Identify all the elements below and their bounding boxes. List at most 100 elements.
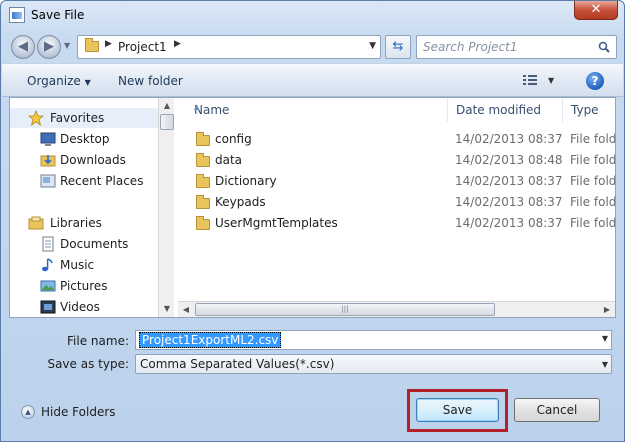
chevron-right-icon[interactable]: ▶ bbox=[174, 39, 181, 49]
nav-label: Music bbox=[60, 258, 95, 272]
cancel-button[interactable]: Cancel bbox=[514, 398, 600, 422]
file-date: 14/02/2013 08:48 bbox=[455, 153, 563, 167]
navigation-list: Favorites Desktop Downloads Recent Place… bbox=[10, 98, 158, 317]
collapse-up-icon: ▲ bbox=[21, 405, 35, 419]
videos-icon bbox=[40, 300, 56, 314]
scroll-right-icon[interactable]: ▶ bbox=[599, 302, 615, 317]
column-header-name[interactable]: Name ▲ bbox=[186, 98, 448, 122]
navigation-pane: Favorites Desktop Downloads Recent Place… bbox=[10, 98, 174, 317]
nav-item-pictures[interactable]: Pictures bbox=[10, 276, 158, 296]
window-title: Save File bbox=[31, 8, 85, 22]
scroll-thumb[interactable]: ||| bbox=[195, 303, 495, 316]
file-name: Dictionary bbox=[215, 174, 277, 188]
nav-label: Libraries bbox=[50, 216, 102, 230]
chevron-down-icon[interactable]: ▼ bbox=[602, 360, 608, 369]
nav-item-documents[interactable]: Documents bbox=[10, 234, 158, 254]
file-date: 14/02/2013 08:37 bbox=[455, 216, 563, 230]
column-label: Date modified bbox=[456, 103, 542, 117]
downloads-folder-icon bbox=[40, 155, 56, 167]
forward-button[interactable]: ▶ bbox=[37, 35, 61, 59]
file-name: data bbox=[215, 153, 243, 167]
table-row[interactable]: config 14/02/2013 08:37 File folder bbox=[178, 129, 615, 150]
save-as-type-select[interactable]: Comma Separated Values(*.csv) ▼ bbox=[135, 354, 612, 374]
title-bar[interactable]: Save File ✕ bbox=[1, 1, 624, 31]
new-folder-button[interactable]: New folder bbox=[118, 74, 183, 88]
nav-label: Videos bbox=[60, 300, 100, 314]
address-bar[interactable]: ▶ Project1 ▶ ▼ bbox=[77, 35, 381, 59]
table-row[interactable]: Keypads 14/02/2013 08:37 File folder bbox=[178, 192, 615, 213]
file-name-value[interactable]: Project1ExportML2.csv bbox=[139, 332, 282, 348]
horizontal-scrollbar[interactable]: ◀ ||| ▶ bbox=[178, 301, 615, 317]
file-type: File folder bbox=[570, 216, 615, 230]
nav-item-libraries[interactable]: Libraries bbox=[10, 213, 158, 233]
nav-item-recent-places[interactable]: Recent Places bbox=[10, 171, 158, 191]
file-name: config bbox=[215, 132, 252, 146]
breadcrumb-project1[interactable]: Project1 bbox=[118, 40, 167, 54]
file-type: File folder bbox=[570, 153, 615, 167]
close-button[interactable]: ✕ bbox=[574, 1, 618, 20]
scroll-up-icon[interactable]: ▲ bbox=[159, 98, 175, 114]
search-placeholder: Search Project1 bbox=[423, 40, 518, 54]
file-name: Keypads bbox=[215, 195, 266, 209]
nav-scrollbar[interactable]: ▲ ▼ bbox=[158, 98, 174, 317]
table-row[interactable]: data 14/02/2013 08:48 File folder bbox=[178, 150, 615, 171]
save-button[interactable]: Save bbox=[416, 398, 499, 422]
star-icon bbox=[28, 110, 44, 126]
file-date: 14/02/2013 08:37 bbox=[455, 195, 563, 209]
chevron-down-icon: ▼ bbox=[84, 78, 91, 87]
table-row[interactable]: Dictionary 14/02/2013 08:37 File folder bbox=[178, 171, 615, 192]
desktop-icon bbox=[40, 132, 56, 146]
organize-menu[interactable]: Organize ▼ bbox=[27, 74, 91, 88]
view-dropdown-icon[interactable]: ▼ bbox=[548, 76, 554, 85]
view-options-icon[interactable] bbox=[523, 74, 539, 87]
scroll-left-icon[interactable]: ◀ bbox=[178, 302, 194, 317]
app-icon bbox=[9, 7, 25, 23]
column-header-date-modified[interactable]: Date modified bbox=[448, 98, 563, 122]
nav-item-downloads[interactable]: Downloads bbox=[10, 150, 158, 170]
scroll-down-icon[interactable]: ▼ bbox=[159, 301, 175, 317]
close-icon: ✕ bbox=[590, 2, 602, 17]
forward-arrow-icon: ▶ bbox=[44, 39, 54, 54]
search-icon[interactable] bbox=[598, 41, 610, 53]
nav-item-music[interactable]: Music bbox=[10, 255, 158, 275]
column-label: Type bbox=[571, 103, 599, 117]
folder-icon bbox=[196, 174, 210, 188]
refresh-icon: ⇆ bbox=[392, 39, 404, 54]
table-row[interactable]: UserMgmtTemplates 14/02/2013 08:37 File … bbox=[178, 213, 615, 234]
nav-label: Recent Places bbox=[60, 174, 144, 188]
pictures-icon bbox=[40, 280, 56, 292]
nav-label: Documents bbox=[60, 237, 129, 251]
command-bar: Organize ▼ New folder ▼ ? bbox=[2, 63, 623, 97]
file-name-label: File name: bbox=[67, 334, 129, 348]
recent-locations-dropdown-icon[interactable]: ▼ bbox=[64, 41, 70, 50]
recent-places-icon bbox=[40, 174, 56, 188]
refresh-button[interactable]: ⇆ bbox=[385, 35, 411, 59]
nav-label: Pictures bbox=[60, 279, 108, 293]
nav-label: Favorites bbox=[50, 111, 105, 125]
address-dropdown-icon[interactable]: ▼ bbox=[369, 41, 376, 51]
folder-icon bbox=[196, 153, 210, 167]
file-name: UserMgmtTemplates bbox=[215, 216, 338, 230]
chevron-right-icon[interactable]: ▶ bbox=[105, 39, 112, 49]
back-arrow-icon: ◀ bbox=[18, 39, 28, 54]
documents-icon bbox=[42, 236, 54, 252]
file-date: 14/02/2013 08:37 bbox=[455, 132, 563, 146]
file-type: File folder bbox=[570, 132, 615, 146]
music-icon bbox=[42, 258, 53, 272]
help-icon[interactable]: ? bbox=[586, 72, 604, 90]
scroll-thumb[interactable] bbox=[160, 114, 174, 130]
folder-icon bbox=[196, 132, 210, 146]
nav-item-videos[interactable]: Videos bbox=[10, 297, 158, 317]
search-input[interactable]: Search Project1 bbox=[416, 35, 617, 59]
nav-item-desktop[interactable]: Desktop bbox=[10, 129, 158, 149]
file-name-dropdown-icon[interactable]: ▼ bbox=[602, 334, 608, 343]
file-name-field[interactable]: Project1ExportML2.csv ▼ bbox=[135, 330, 612, 350]
address-row: ◀ ▶ ▼ ▶ Project1 ▶ ▼ ⇆ Search Project1 bbox=[7, 33, 619, 61]
column-header-type[interactable]: Type bbox=[563, 98, 615, 122]
save-as-type-label: Save as type: bbox=[47, 357, 129, 371]
organize-label: Organize bbox=[27, 74, 81, 88]
nav-item-favorites[interactable]: Favorites bbox=[10, 108, 158, 128]
back-button[interactable]: ◀ bbox=[11, 35, 35, 59]
folder-icon bbox=[196, 216, 210, 230]
hide-folders-label: Hide Folders bbox=[41, 405, 116, 419]
